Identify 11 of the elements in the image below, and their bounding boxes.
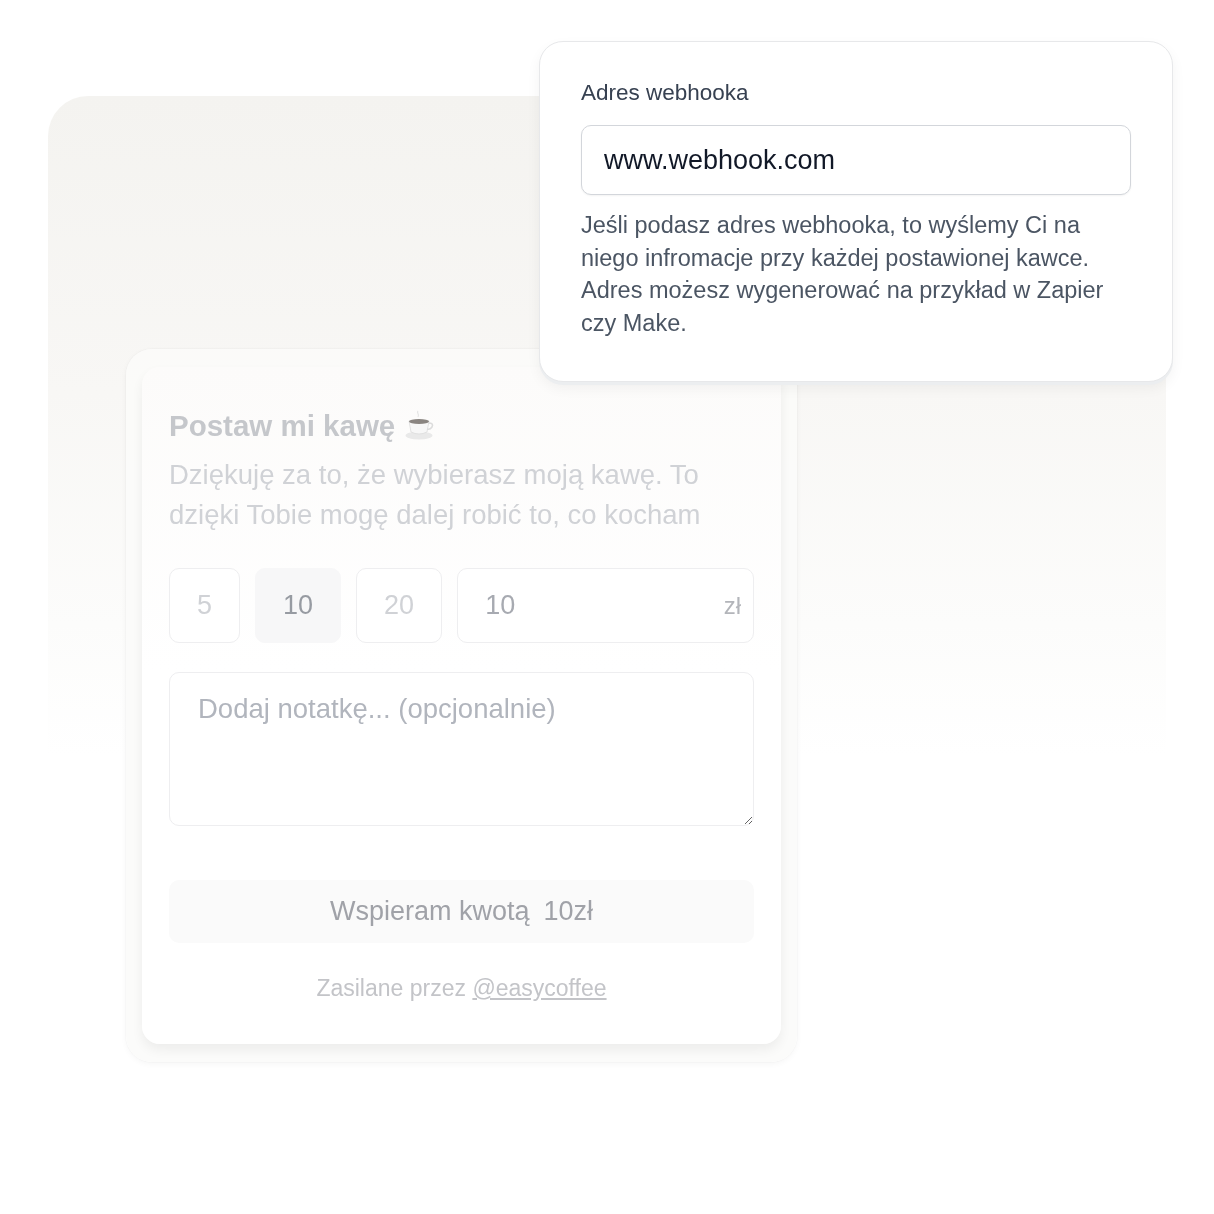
- amount-input[interactable]: 10 zł: [457, 568, 754, 643]
- brand-link[interactable]: @easycoffee: [472, 975, 607, 1001]
- footer-text: Zasilane przez @easycoffee: [315, 974, 608, 1003]
- webhook-input[interactable]: www.webhook.com: [581, 125, 1131, 195]
- amount-option[interactable]: 10: [255, 568, 342, 643]
- submit-button[interactable]: Wspieram kwotą 10zł: [169, 880, 754, 943]
- coffee-cup-icon: [405, 410, 436, 440]
- field-label: Adres webhooka: [581, 79, 749, 107]
- form-title: Postaw mi kawę: [169, 408, 396, 444]
- note-field[interactable]: Dodaj notatkę... (opcjonalnie): [169, 672, 754, 826]
- help-text: Jeśli podasz adres webhooka, to wyślemy Ci na niego infromacje przy każdej postawionej kawce. Adres możesz wygenerować na przykład w Zapier czy Make.: [581, 211, 1105, 338]
